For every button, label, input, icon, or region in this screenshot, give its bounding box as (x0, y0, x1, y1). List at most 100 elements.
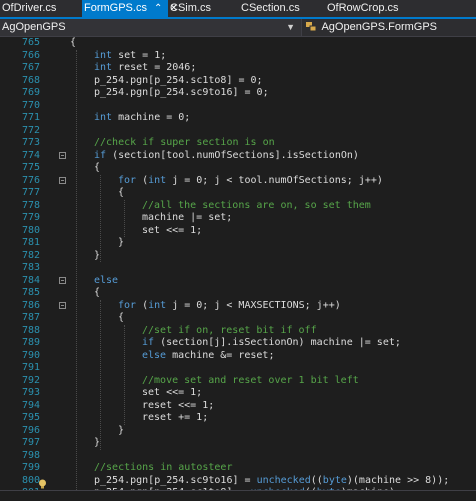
code-line[interactable]: 768 p_254.pgn[p_254.sc1to8] = 0; (0, 75, 476, 88)
tab-ofrowcrop[interactable]: OfRowCrop.cs (325, 0, 417, 17)
tab-label: OfRowCrop.cs (327, 2, 399, 14)
code-line[interactable]: 787 { (0, 312, 476, 325)
code-text: machine |= set; (142, 212, 233, 223)
code-line[interactable]: 772 (0, 125, 476, 138)
code-line[interactable]: 798 (0, 450, 476, 463)
line-number: 795 (21, 412, 40, 423)
code-line[interactable]: 786 for (int j = 0; j < MAXSECTIONS; j++) (0, 300, 476, 313)
code-line[interactable]: 766 int set = 1; (0, 50, 476, 63)
collapse-icon[interactable] (59, 301, 66, 309)
code-line[interactable]: 781} (0, 237, 476, 250)
line-number: 786 (21, 299, 40, 311)
indent-guide (124, 324, 125, 425)
line-number: 779 (21, 212, 40, 223)
code-line[interactable]: 767 int reset = 2046; (0, 62, 476, 75)
code-line[interactable]: 774 if (section[tool.numOfSections].isSec… (0, 150, 476, 163)
code-text: p_254.pgn[p_254.sc9to16] = unchecked((by… (94, 474, 450, 486)
document-tab-bar: OfDriver.cs FormGPS.cs ⌃ ✕ CSim.cs CSect… (0, 0, 476, 17)
pin-icon[interactable]: ⌃ (154, 3, 162, 14)
chevron-down-icon[interactable]: ▼ (286, 19, 295, 36)
code-line[interactable]: 770 (0, 100, 476, 113)
code-text: //move set and reset over 1 bit left (142, 374, 359, 386)
code-text: if (section[tool.numOfSections].isSectio… (94, 149, 359, 161)
code-text: { (118, 187, 125, 198)
line-number: 778 (21, 199, 40, 211)
code-line[interactable]: 779 machine |= set; (0, 212, 476, 225)
code-line[interactable]: 765 { (0, 37, 476, 50)
code-text: reset += 1; (142, 412, 209, 423)
code-text: int machine = 0; (94, 112, 191, 123)
line-number: 787 (21, 312, 40, 323)
tab-formgps[interactable]: FormGPS.cs ⌃ ✕ (82, 0, 178, 17)
code-text: set <<= 1; (142, 224, 203, 236)
line-number: 770 (21, 99, 40, 111)
collapse-icon[interactable] (59, 151, 66, 159)
code-line[interactable]: 791 (0, 362, 476, 375)
line-number: 799 (21, 462, 40, 473)
line-number: 781 (21, 237, 40, 248)
code-line[interactable]: 796} (0, 425, 476, 438)
tab-csim[interactable]: CSim.cs (168, 0, 240, 17)
code-line[interactable]: 769 p_254.pgn[p_254.sc9to16] = 0; (0, 87, 476, 100)
tab-ofdriver[interactable]: OfDriver.cs (0, 0, 82, 17)
code-text: { (94, 162, 101, 173)
line-number: 793 (21, 387, 40, 398)
line-number: 777 (21, 187, 40, 198)
collapse-icon[interactable] (59, 276, 66, 284)
tab-label: OfDriver.cs (2, 2, 57, 14)
code-line[interactable]: 782} (0, 250, 476, 263)
code-text: else machine &= reset; (142, 349, 275, 361)
line-number: 800 (21, 474, 40, 486)
code-text: set <<= 1; (142, 387, 203, 398)
line-number: 791 (21, 362, 40, 373)
code-text: int reset = 2046; (94, 62, 197, 73)
code-line[interactable]: 794 reset <<= 1; (0, 400, 476, 413)
code-text: { (118, 312, 125, 323)
code-line[interactable]: 792 //move set and reset over 1 bit left (0, 375, 476, 388)
member-dropdown[interactable]: AgOpenGPS.FormGPS (302, 19, 476, 36)
code-line[interactable]: 795 reset += 1; (0, 412, 476, 425)
code-line[interactable]: 778 //all the sections are on, so set the… (0, 200, 476, 213)
code-line[interactable]: 799 //sections in autosteer (0, 462, 476, 475)
code-editor[interactable]: 765{766 int set = 1; 767 int reset = 2046; 7… (0, 37, 476, 500)
code-line[interactable]: 784 else (0, 275, 476, 288)
collapse-icon[interactable] (59, 176, 66, 184)
code-line[interactable]: 771 int machine = 0; (0, 112, 476, 125)
lightbulb-icon[interactable] (38, 479, 47, 489)
code-line[interactable]: 773 //check if super section is on (0, 137, 476, 150)
code-line[interactable]: 783 (0, 262, 476, 275)
code-line[interactable]: 800 p_254.pgn[p_254.sc9to16] = unchecked(… (0, 475, 476, 488)
tab-csection[interactable]: CSection.cs (239, 0, 325, 17)
code-text: //all the sections are on, so set them (142, 199, 371, 211)
code-line[interactable]: 793 set <<= 1; (0, 387, 476, 400)
line-number: 789 (21, 337, 40, 348)
code-line[interactable]: 790 else machine &= reset; (0, 350, 476, 363)
line-number: 788 (21, 324, 40, 336)
code-line[interactable]: 777 { (0, 187, 476, 200)
code-line[interactable]: 775 { (0, 162, 476, 175)
code-text: for (int j = 0; j < MAXSECTIONS; j++) (118, 299, 341, 311)
code-line[interactable]: 776 for (int j = 0; j < tool.numOfSection… (0, 175, 476, 188)
code-text: //check if super section is on (94, 137, 275, 148)
code-text: for (int j = 0; j < tool.numOfSections; … (118, 174, 383, 186)
line-number: 794 (21, 399, 40, 411)
line-number: 776 (21, 174, 40, 186)
code-line[interactable]: 788 //set if on, reset bit if off (0, 325, 476, 338)
code-line[interactable]: 797} (0, 437, 476, 450)
code-line[interactable]: 780 set <<= 1; (0, 225, 476, 238)
status-bar (0, 490, 476, 501)
line-number: 772 (21, 124, 40, 136)
code-line[interactable]: 785 { (0, 287, 476, 300)
code-text: { (70, 37, 77, 48)
indent-guide (100, 174, 101, 262)
line-number: 796 (21, 424, 40, 436)
code-text: reset <<= 1; (142, 399, 215, 411)
line-number: 797 (21, 437, 40, 448)
code-text: p_254.pgn[p_254.sc9to16] = 0; (94, 87, 269, 98)
line-number: 774 (21, 149, 40, 161)
line-number: 780 (21, 224, 40, 236)
code-line[interactable]: 789 if (section[j].isSectionOn) machine |… (0, 337, 476, 350)
line-number: 783 (21, 262, 40, 273)
project-dropdown[interactable]: AgOpenGPS ▼ (0, 19, 302, 36)
line-number: 773 (21, 137, 40, 148)
